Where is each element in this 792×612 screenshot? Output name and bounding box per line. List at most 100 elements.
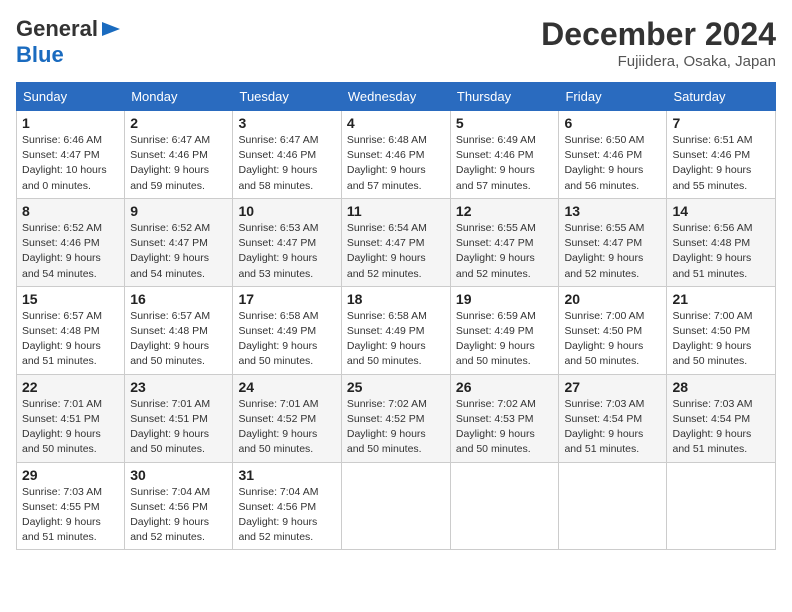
day-number: 1 [22,115,119,131]
day-number: 8 [22,203,119,219]
day-number: 31 [238,467,335,483]
column-headers: SundayMondayTuesdayWednesdayThursdayFrid… [17,83,776,111]
day-info: Sunrise: 6:55 AMSunset: 4:47 PMDaylight:… [564,221,661,282]
col-header-sunday: Sunday [17,83,125,111]
day-info: Sunrise: 7:02 AMSunset: 4:53 PMDaylight:… [456,397,554,458]
day-cell: 5Sunrise: 6:49 AMSunset: 4:46 PMDaylight… [450,111,559,199]
day-cell: 22Sunrise: 7:01 AMSunset: 4:51 PMDayligh… [17,374,125,462]
day-info: Sunrise: 7:03 AMSunset: 4:54 PMDaylight:… [564,397,661,458]
day-info: Sunrise: 6:57 AMSunset: 4:48 PMDaylight:… [22,309,119,370]
day-number: 19 [456,291,554,307]
day-cell: 18 Sunrise: 6:58 AMSunset: 4:49 PMDayligh… [341,286,450,374]
day-info: Sunrise: 6:54 AMSunset: 4:47 PMDaylight:… [347,221,445,282]
day-info: Sunrise: 7:00 AMSunset: 4:50 PMDaylight:… [564,309,661,370]
day-number: 5 [456,115,554,131]
col-header-wednesday: Wednesday [341,83,450,111]
day-cell: 17Sunrise: 6:58 AMSunset: 4:49 PMDayligh… [233,286,341,374]
day-number: 26 [456,379,554,395]
day-cell: 19 Sunrise: 6:59 AMSunset: 4:49 PMDayligh… [450,286,559,374]
day-number: 17 [238,291,335,307]
location: Fujiidera, Osaka, Japan [541,53,776,70]
day-cell: 12Sunrise: 6:55 AMSunset: 4:47 PMDayligh… [450,198,559,286]
col-header-friday: Friday [559,83,667,111]
day-info: Sunrise: 6:47 AMSunset: 4:46 PMDaylight:… [130,133,227,194]
day-info: Sunrise: 7:01 AMSunset: 4:51 PMDaylight:… [22,397,119,458]
day-cell: 28 Sunrise: 7:03 AMSunset: 4:54 PMDayligh… [667,374,776,462]
month-year: December 2024 [541,16,776,53]
day-cell: 11 Sunrise: 6:54 AMSunset: 4:47 PMDayligh… [341,198,450,286]
day-cell: 14 Sunrise: 6:56 AMSunset: 4:48 PMDayligh… [667,198,776,286]
day-info: Sunrise: 7:02 AMSunset: 4:52 PMDaylight:… [347,397,445,458]
day-info: Sunrise: 7:03 AMSunset: 4:54 PMDaylight:… [672,397,770,458]
week-row-3: 15Sunrise: 6:57 AMSunset: 4:48 PMDayligh… [17,286,776,374]
day-cell [341,462,450,550]
day-number: 11 [347,203,445,219]
day-number: 25 [347,379,445,395]
day-cell: 2Sunrise: 6:47 AMSunset: 4:46 PMDaylight… [125,111,233,199]
day-cell: 15Sunrise: 6:57 AMSunset: 4:48 PMDayligh… [17,286,125,374]
logo: General Blue [16,16,120,68]
day-info: Sunrise: 6:46 AMSunset: 4:47 PMDaylight:… [22,133,119,194]
day-cell: 4 Sunrise: 6:48 AMSunset: 4:46 PMDaylight… [341,111,450,199]
week-row-2: 8 Sunrise: 6:52 AMSunset: 4:46 PMDaylight… [17,198,776,286]
day-cell: 29Sunrise: 7:03 AMSunset: 4:55 PMDayligh… [17,462,125,550]
col-header-thursday: Thursday [450,83,559,111]
day-cell: 13 Sunrise: 6:55 AMSunset: 4:47 PMDayligh… [559,198,667,286]
day-info: Sunrise: 6:53 AMSunset: 4:47 PMDaylight:… [238,221,335,282]
day-info: Sunrise: 6:48 AMSunset: 4:46 PMDaylight:… [347,133,445,194]
day-info: Sunrise: 7:01 AMSunset: 4:52 PMDaylight:… [238,397,335,458]
day-cell [559,462,667,550]
day-number: 7 [672,115,770,131]
day-cell: 21Sunrise: 7:00 AMSunset: 4:50 PMDayligh… [667,286,776,374]
day-info: Sunrise: 7:01 AMSunset: 4:51 PMDaylight:… [130,397,227,458]
day-cell: 10 Sunrise: 6:53 AMSunset: 4:47 PMDayligh… [233,198,341,286]
day-cell: 7 Sunrise: 6:51 AMSunset: 4:46 PMDaylight… [667,111,776,199]
day-cell: 16 Sunrise: 6:57 AMSunset: 4:48 PMDayligh… [125,286,233,374]
day-cell: 24 Sunrise: 7:01 AMSunset: 4:52 PMDayligh… [233,374,341,462]
day-info: Sunrise: 6:56 AMSunset: 4:48 PMDaylight:… [672,221,770,282]
day-cell [450,462,559,550]
col-header-monday: Monday [125,83,233,111]
day-cell [667,462,776,550]
day-cell: 6Sunrise: 6:50 AMSunset: 4:46 PMDaylight… [559,111,667,199]
day-number: 12 [456,203,554,219]
week-row-1: 1 Sunrise: 6:46 AMSunset: 4:47 PMDaylight… [17,111,776,199]
day-number: 14 [672,203,770,219]
day-info: Sunrise: 7:04 AMSunset: 4:56 PMDaylight:… [238,485,335,546]
day-cell: 3Sunrise: 6:47 AMSunset: 4:46 PMDaylight… [233,111,341,199]
logo-blue: Blue [16,42,64,68]
page-header: General Blue December 2024 Fujiidera, Os… [16,16,776,70]
day-cell: 31 Sunrise: 7:04 AMSunset: 4:56 PMDayligh… [233,462,341,550]
day-info: Sunrise: 6:59 AMSunset: 4:49 PMDaylight:… [456,309,554,370]
day-info: Sunrise: 6:47 AMSunset: 4:46 PMDaylight:… [238,133,335,194]
day-info: Sunrise: 6:52 AMSunset: 4:46 PMDaylight:… [22,221,119,282]
day-info: Sunrise: 6:57 AMSunset: 4:48 PMDaylight:… [130,309,227,370]
day-cell: 27Sunrise: 7:03 AMSunset: 4:54 PMDayligh… [559,374,667,462]
day-number: 29 [22,467,119,483]
day-number: 9 [130,203,227,219]
day-number: 13 [564,203,661,219]
day-number: 4 [347,115,445,131]
day-info: Sunrise: 7:04 AMSunset: 4:56 PMDaylight:… [130,485,227,546]
day-number: 30 [130,467,227,483]
day-cell: 26 Sunrise: 7:02 AMSunset: 4:53 PMDayligh… [450,374,559,462]
day-info: Sunrise: 6:51 AMSunset: 4:46 PMDaylight:… [672,133,770,194]
day-number: 23 [130,379,227,395]
day-number: 21 [672,291,770,307]
day-number: 24 [238,379,335,395]
logo-arrow-icon [102,22,120,36]
day-cell: 9Sunrise: 6:52 AMSunset: 4:47 PMDaylight… [125,198,233,286]
calendar-table: SundayMondayTuesdayWednesdayThursdayFrid… [16,82,776,550]
day-number: 28 [672,379,770,395]
day-cell: 25 Sunrise: 7:02 AMSunset: 4:52 PMDayligh… [341,374,450,462]
day-info: Sunrise: 6:58 AMSunset: 4:49 PMDaylight:… [347,309,445,370]
col-header-tuesday: Tuesday [233,83,341,111]
day-number: 18 [347,291,445,307]
day-cell: 30 Sunrise: 7:04 AMSunset: 4:56 PMDayligh… [125,462,233,550]
day-number: 10 [238,203,335,219]
day-cell: 23 Sunrise: 7:01 AMSunset: 4:51 PMDayligh… [125,374,233,462]
col-header-saturday: Saturday [667,83,776,111]
day-number: 16 [130,291,227,307]
day-cell: 20Sunrise: 7:00 AMSunset: 4:50 PMDayligh… [559,286,667,374]
week-row-4: 22Sunrise: 7:01 AMSunset: 4:51 PMDayligh… [17,374,776,462]
